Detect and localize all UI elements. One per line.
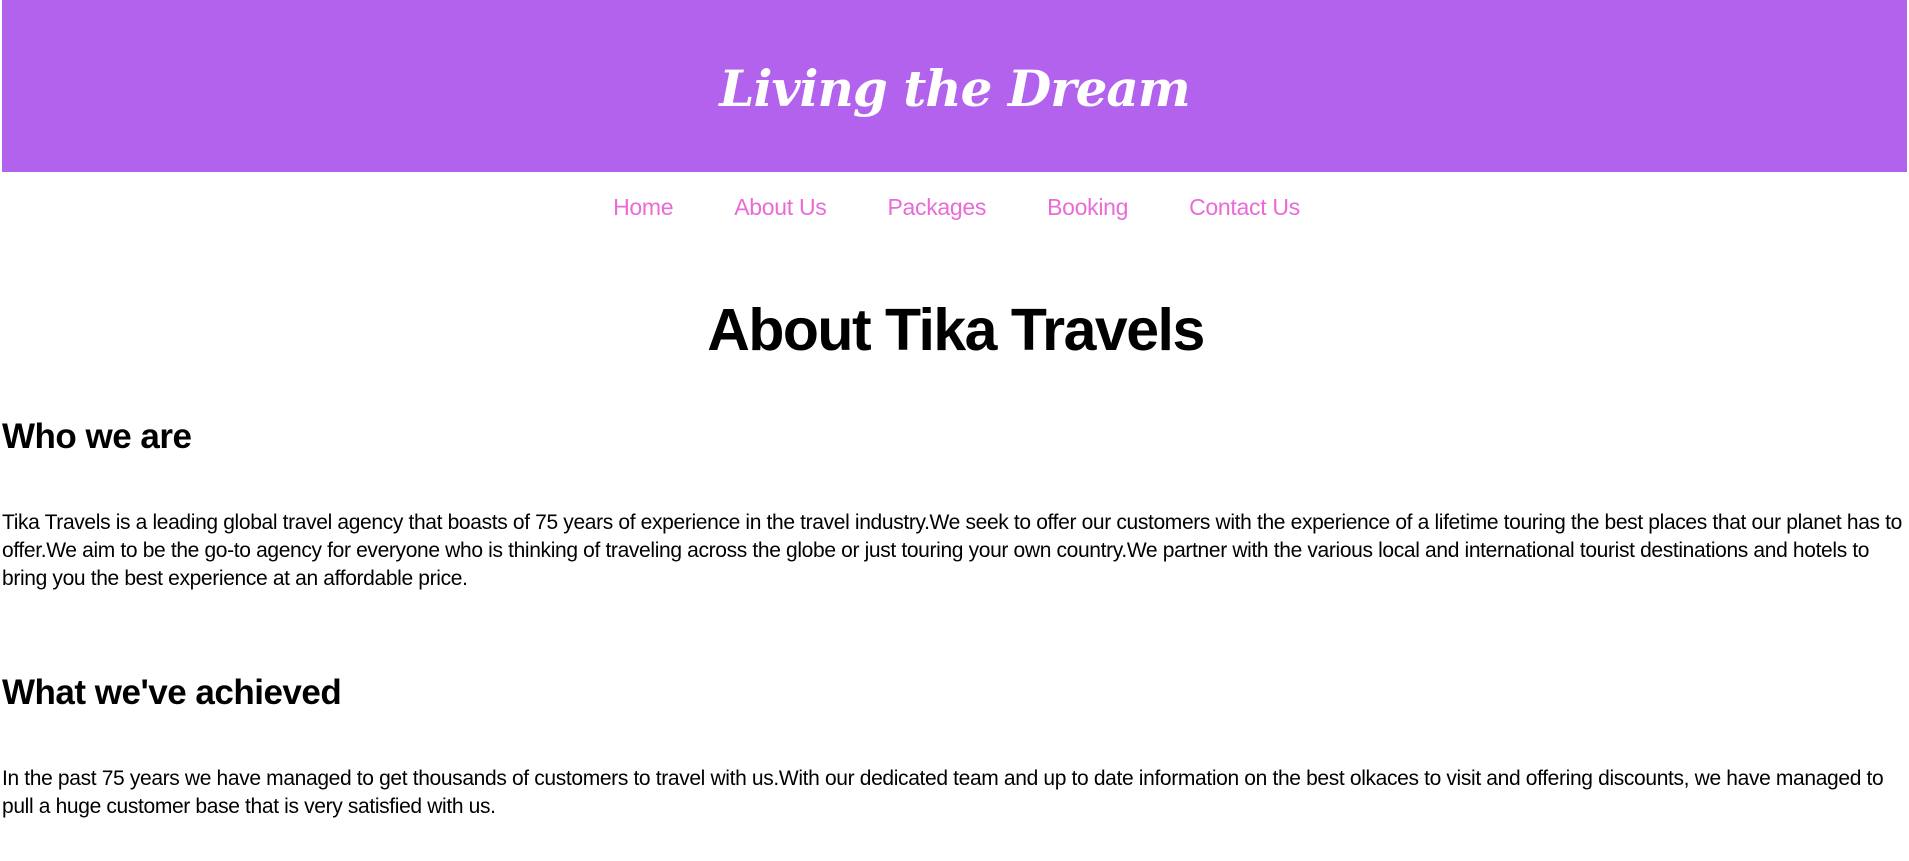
section-text-who-we-are: Tika Travels is a leading global travel … xyxy=(2,511,1902,590)
nav-link-about-us[interactable]: About Us xyxy=(734,194,827,221)
site-title: Living the Dream xyxy=(719,58,1190,118)
nav-link-packages[interactable]: Packages xyxy=(887,194,986,221)
main-nav: Home About Us Packages Booking Contact U… xyxy=(0,172,1909,242)
section-heading-achievements: What we've achieved xyxy=(2,673,342,712)
section-text-achievements: In the past 75 years we have managed to … xyxy=(2,767,1884,818)
site-header: Living the Dream xyxy=(2,0,1907,172)
nav-link-home[interactable]: Home xyxy=(613,194,673,221)
page-title: About Tika Travels xyxy=(707,297,1205,363)
nav-link-booking[interactable]: Booking xyxy=(1047,194,1128,221)
nav-link-contact-us[interactable]: Contact Us xyxy=(1189,194,1300,221)
section-heading-who-we-are: Who we are xyxy=(2,417,192,456)
